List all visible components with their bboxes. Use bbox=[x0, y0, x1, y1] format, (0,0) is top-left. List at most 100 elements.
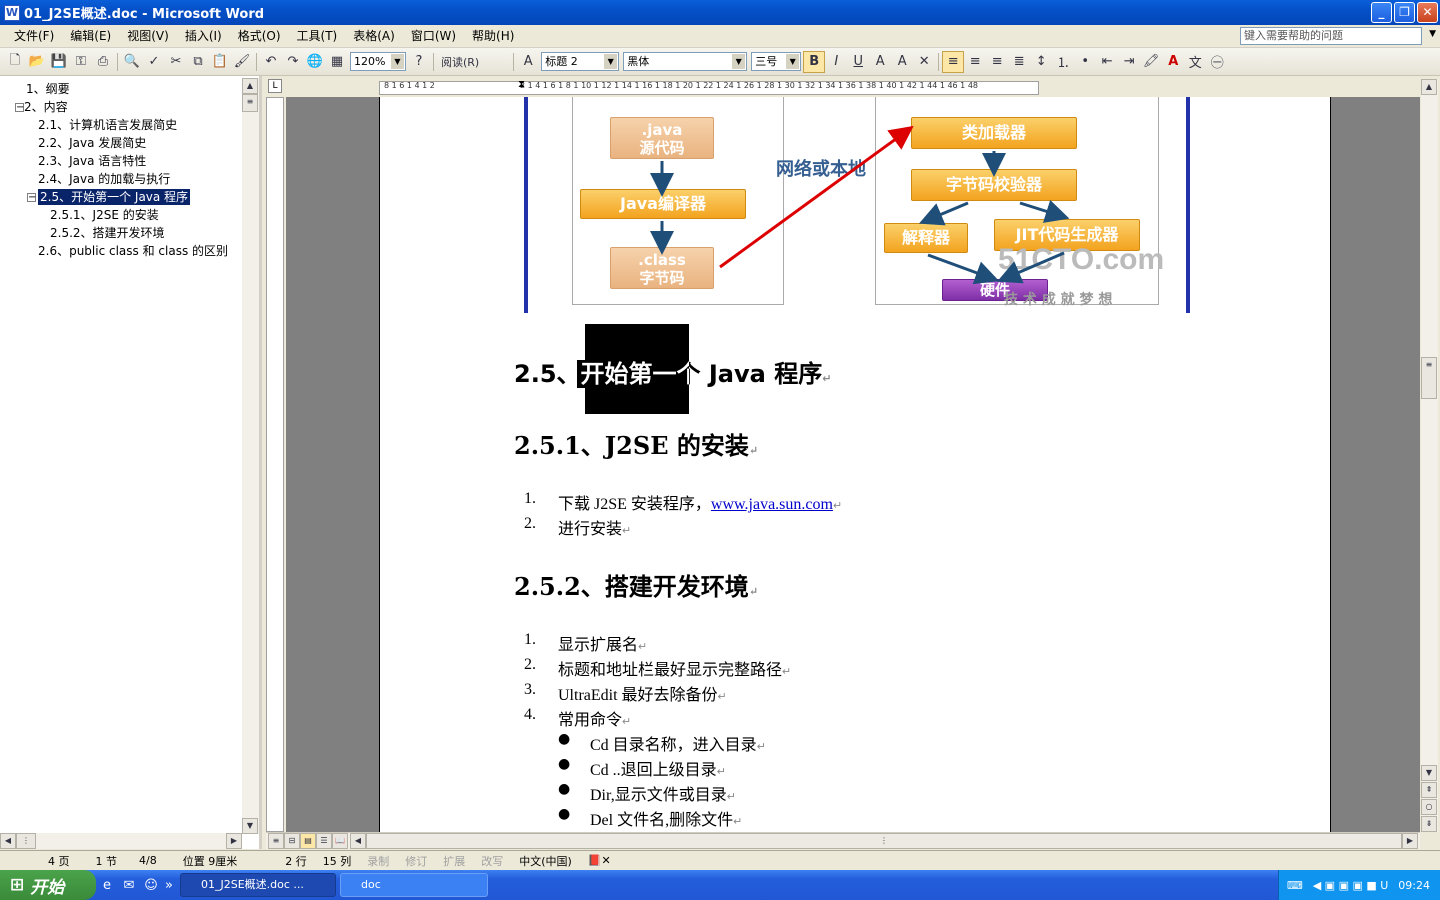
numbering-icon[interactable]: ⒈ bbox=[1052, 51, 1074, 73]
list-item[interactable]: UltraEdit 最好去除备份↵ bbox=[558, 681, 727, 705]
nav-item-2-2[interactable]: 2.2、Java 发展简史 bbox=[38, 135, 146, 151]
restore-button[interactable]: ❐ bbox=[1394, 2, 1415, 23]
char-scale-icon[interactable]: ✕ bbox=[913, 51, 935, 73]
scroll-down-icon[interactable]: ▼ bbox=[1421, 765, 1437, 781]
document-scrollbar[interactable]: ▲ ≡ ▼ ⇞ ○ ⇟ bbox=[1421, 79, 1438, 832]
highlight-icon[interactable]: 🖍 bbox=[1140, 51, 1162, 73]
hscroll-thumb[interactable]: ⋮ bbox=[366, 833, 1402, 849]
char-border-icon[interactable]: A bbox=[869, 51, 891, 73]
read-mode-button[interactable]: 阅读(R) bbox=[437, 51, 483, 73]
hyperlink-icon[interactable]: 🌐 bbox=[304, 51, 326, 73]
keyboard-icon[interactable]: ⌨ bbox=[1287, 879, 1303, 892]
menu-insert[interactable]: 插入(I) bbox=[177, 26, 230, 46]
cut-icon[interactable]: ✂ bbox=[165, 51, 187, 73]
list-item[interactable]: 下载 J2SE 安装程序，www.java.sun.com↵ bbox=[558, 490, 842, 514]
menu-table[interactable]: 表格(A) bbox=[345, 26, 403, 46]
nav-item-content[interactable]: 2、内容 bbox=[24, 99, 68, 115]
list-item[interactable]: 标题和地址栏最好显示完整路径↵ bbox=[558, 656, 791, 680]
bullet-item[interactable]: Cd ..退回上级目录↵ bbox=[590, 756, 726, 780]
line-spacing-icon[interactable]: ↕ bbox=[1030, 51, 1052, 73]
next-page-icon[interactable]: ⇟ bbox=[1421, 816, 1437, 832]
font-color-icon[interactable]: A bbox=[1162, 51, 1184, 73]
size-select[interactable]: 三号 ▼ bbox=[751, 52, 802, 71]
help-dropdown-arrow[interactable]: ▼ bbox=[1429, 29, 1436, 39]
close-button[interactable]: ✕ bbox=[1417, 2, 1438, 23]
spelling-status-icon[interactable]: 📕✕ bbox=[580, 854, 619, 867]
status-language[interactable]: 中文(中国) bbox=[511, 853, 580, 869]
status-record[interactable]: 录制 bbox=[359, 853, 397, 869]
bullet-item[interactable]: Del 文件名,删除文件↵ bbox=[590, 806, 742, 830]
open-icon[interactable]: 📂 bbox=[26, 51, 48, 73]
scroll-left-icon[interactable]: ◀ bbox=[350, 833, 366, 849]
scroll-left-icon[interactable]: ◀ bbox=[0, 833, 16, 849]
task-word-document[interactable]: 01_J2SE概述.doc ... bbox=[180, 873, 336, 897]
scroll-right-icon[interactable]: ▶ bbox=[226, 833, 242, 849]
save-icon[interactable]: 💾 bbox=[48, 51, 70, 73]
menu-edit[interactable]: 编辑(E) bbox=[62, 26, 119, 46]
indent-marker-icon[interactable]: ⧗ bbox=[518, 79, 525, 90]
menu-window[interactable]: 窗口(W) bbox=[403, 26, 464, 46]
nav-item-2-3[interactable]: 2.3、Java 语言特性 bbox=[38, 153, 146, 169]
print-preview-icon[interactable]: 🔍 bbox=[121, 51, 143, 73]
style-select[interactable]: 标题 2 ▼ bbox=[541, 52, 620, 71]
table-icon[interactable]: ▦ bbox=[326, 51, 348, 73]
redo-icon[interactable]: ↷ bbox=[282, 51, 304, 73]
align-center-icon[interactable]: ≡ bbox=[964, 51, 986, 73]
minimize-button[interactable]: _ bbox=[1371, 2, 1392, 23]
bullet-item[interactable]: Cd 目录名称，进入目录↵ bbox=[590, 731, 766, 755]
heading-2-5[interactable]: 2.5、开始第一个 Java 程序↵ bbox=[514, 354, 831, 389]
char-shading-icon[interactable]: A bbox=[891, 51, 913, 73]
hscroll-thumb[interactable]: ⋮ bbox=[16, 833, 36, 849]
scroll-up-icon[interactable]: ▲ bbox=[1421, 79, 1437, 95]
status-overtype[interactable]: 改写 bbox=[473, 853, 511, 869]
font-select[interactable]: 黑体 ▼ bbox=[623, 52, 748, 71]
menu-format[interactable]: 格式(O) bbox=[230, 26, 289, 46]
bullets-icon[interactable]: • bbox=[1074, 51, 1096, 73]
menu-tools[interactable]: 工具(T) bbox=[289, 26, 346, 46]
task-doc-folder[interactable]: doc bbox=[340, 873, 488, 897]
paste-icon[interactable]: 📋 bbox=[209, 51, 231, 73]
tab-selector-icon[interactable]: L bbox=[268, 79, 282, 93]
scroll-down-icon[interactable]: ▼ bbox=[242, 818, 258, 834]
justify-icon[interactable]: ≣ bbox=[1008, 51, 1030, 73]
tray-icons[interactable]: ◀ ▣ ▣ ▣ ■ U bbox=[1313, 879, 1389, 892]
outline-view-icon[interactable]: ☰ bbox=[316, 833, 332, 849]
chevron-down-icon[interactable]: ▼ bbox=[391, 54, 404, 69]
chevron-down-icon[interactable]: ▼ bbox=[786, 54, 800, 69]
list-item[interactable]: 显示扩展名↵ bbox=[558, 631, 647, 655]
start-button[interactable]: ⊞ 开始 bbox=[0, 870, 96, 900]
menu-file[interactable]: 文件(F) bbox=[6, 26, 62, 46]
copy-icon[interactable]: ⧉ bbox=[187, 51, 209, 73]
chevron-down-icon[interactable]: ▼ bbox=[732, 54, 746, 69]
increase-indent-icon[interactable]: ⇥ bbox=[1118, 51, 1140, 73]
format-painter-icon[interactable]: 🖌 bbox=[231, 51, 253, 73]
nav-item-2-5[interactable]: 2.5、开始第一个 Java 程序 bbox=[38, 189, 191, 205]
reading-view-icon[interactable]: 📖 bbox=[332, 833, 348, 849]
nav-item-2-4[interactable]: 2.4、Java 的加载与执行 bbox=[38, 171, 170, 187]
browse-object-icon[interactable]: ○ bbox=[1421, 799, 1437, 815]
nav-hscrollbar[interactable]: ◀ ⋮ ▶ bbox=[0, 833, 242, 849]
align-right-icon[interactable]: ≡ bbox=[986, 51, 1008, 73]
collapse-icon[interactable]: − bbox=[27, 193, 36, 203]
prev-page-icon[interactable]: ⇞ bbox=[1421, 782, 1437, 798]
nav-item-2-6[interactable]: 2.6、public class 和 class 的区别 bbox=[38, 243, 228, 259]
status-track[interactable]: 修订 bbox=[397, 853, 435, 869]
print-view-icon[interactable]: ▤ bbox=[300, 833, 316, 849]
new-doc-icon[interactable]: 🗋 bbox=[4, 51, 26, 73]
undo-icon[interactable]: ↶ bbox=[260, 51, 282, 73]
heading-2-5-1[interactable]: 2.5.1、J2SE 的安装↵ bbox=[514, 426, 758, 461]
nav-item-2-5-1[interactable]: 2.5.1、J2SE 的安装 bbox=[50, 207, 159, 223]
web-view-icon[interactable]: ⊟ bbox=[284, 833, 300, 849]
menu-help[interactable]: 帮助(H) bbox=[464, 26, 522, 46]
scroll-thumb[interactable]: ≡ bbox=[1421, 357, 1437, 399]
normal-view-icon[interactable]: ≡ bbox=[268, 833, 284, 849]
enclose-char-icon[interactable]: ㊀ bbox=[1206, 51, 1228, 73]
word-app-icon[interactable]: W bbox=[4, 4, 20, 21]
collapse-icon[interactable]: − bbox=[15, 103, 24, 113]
italic-button[interactable]: I bbox=[825, 51, 847, 73]
list-item[interactable]: 常用命令↵ bbox=[558, 706, 631, 730]
spelling-icon[interactable]: ✓ bbox=[143, 51, 165, 73]
zoom-select[interactable]: 120% ▼ bbox=[350, 52, 406, 71]
align-left-icon[interactable]: ≡ bbox=[942, 50, 965, 73]
list-item[interactable]: 进行安装↵ bbox=[558, 515, 631, 539]
